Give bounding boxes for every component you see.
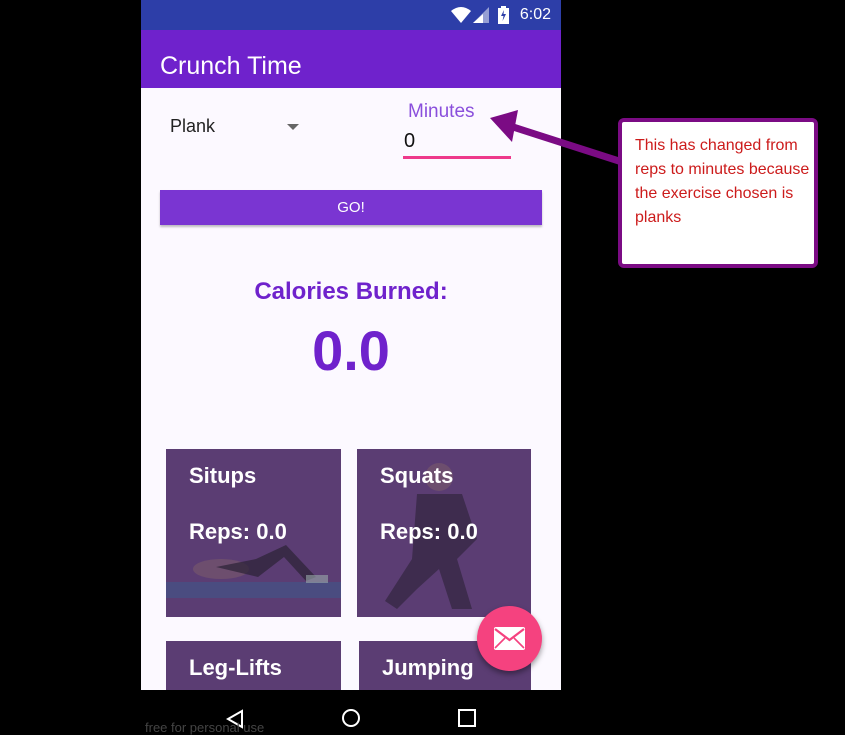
battery-icon xyxy=(498,6,509,24)
app-title: Crunch Time xyxy=(160,52,302,80)
squats-title: Squats xyxy=(380,463,454,488)
minutes-label: Minutes xyxy=(408,101,475,122)
situps-card[interactable]: Situps Reps: 0.0 xyxy=(166,449,341,617)
leg-lifts-title: Leg-Lifts xyxy=(189,655,282,680)
callout-text: This has changed from reps to minutes be… xyxy=(635,137,810,226)
squats-card[interactable]: Squats Reps: 0.0 xyxy=(357,449,531,617)
calories-burned-value: 0.0 xyxy=(312,319,390,382)
exercise-spinner[interactable]: Plank xyxy=(161,104,306,142)
signal-icon xyxy=(473,7,489,23)
leg-lifts-card[interactable]: Leg-Lifts xyxy=(166,641,341,690)
status-time: 6:02 xyxy=(519,6,551,23)
calories-burned-label: Calories Burned: xyxy=(254,278,448,305)
annotation-callout: This has changed from reps to minutes be… xyxy=(618,118,818,268)
status-bar: 6:02 xyxy=(141,0,561,30)
spinner-selected-value: Plank xyxy=(170,116,216,136)
app-bar: Crunch Time xyxy=(141,30,561,88)
mail-fab-button[interactable] xyxy=(477,606,542,671)
situps-title: Situps xyxy=(189,463,257,488)
callout-arrow xyxy=(490,110,624,166)
home-icon[interactable] xyxy=(341,708,361,728)
squats-reps: Reps: 0.0 xyxy=(380,519,478,544)
dropdown-arrow-icon xyxy=(287,124,299,130)
jumping-title: Jumping xyxy=(382,655,474,680)
watermark-text: free for personal use xyxy=(145,720,265,735)
go-button[interactable]: GO! xyxy=(160,190,542,225)
mail-icon xyxy=(494,627,525,650)
recents-icon[interactable] xyxy=(458,709,476,727)
situps-reps: Reps: 0.0 xyxy=(189,519,287,544)
wifi-icon xyxy=(451,7,471,23)
